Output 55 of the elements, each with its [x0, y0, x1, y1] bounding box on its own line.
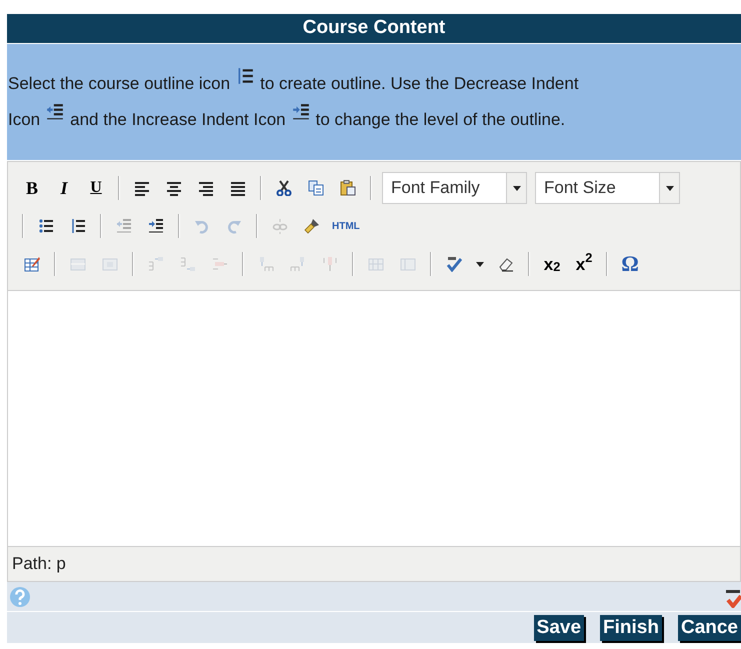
instruction-text: to change the level of the outline.	[316, 110, 566, 129]
action-button[interactable]: Finish	[600, 614, 662, 640]
font-select[interactable]: Font Family	[382, 172, 527, 204]
underline-button[interactable]: U	[84, 175, 108, 201]
numbered-list-icon	[70, 218, 86, 234]
spellcheck-icon	[446, 256, 462, 272]
table-row-icon	[70, 256, 86, 272]
bold-button[interactable]: B	[20, 175, 44, 201]
indent-icon	[292, 103, 310, 121]
broken-chain-icon	[272, 218, 288, 234]
merge-cells-icon	[400, 256, 416, 272]
outdent-icon	[46, 103, 64, 121]
caret-icon	[476, 262, 484, 266]
column-before-icon	[258, 256, 274, 272]
instruction-text: Icon	[8, 110, 40, 129]
clipboard-icon	[340, 180, 356, 196]
align-left-icon	[134, 180, 150, 196]
select-value: Font Family	[390, 177, 481, 200]
instruction-text: Select the course outline icon	[8, 74, 230, 93]
eraser-icon	[498, 256, 514, 272]
row-below-icon	[180, 256, 196, 272]
column-after-icon	[290, 256, 306, 272]
action-button[interactable]: Cance	[678, 614, 741, 640]
undo-icon	[194, 218, 210, 234]
dropdown-arrow-icon	[512, 186, 520, 190]
align-center-icon	[166, 180, 182, 196]
row-delete-icon	[212, 256, 228, 272]
justify-icon	[230, 180, 246, 196]
dropdown-arrow-icon	[666, 186, 674, 190]
indent-icon	[148, 218, 164, 234]
instruction-text: to create outline. Use the Decrease Indent	[260, 74, 579, 93]
path-label: Path: p	[12, 553, 66, 576]
special-character-button[interactable]: Ω	[618, 251, 642, 277]
outdent-icon	[116, 218, 132, 234]
table-cell-icon	[102, 256, 118, 272]
align-right-icon	[198, 180, 214, 196]
subscript-button[interactable]: x$_{2}$	[540, 251, 564, 277]
font-select[interactable]: Font Size	[535, 172, 680, 204]
header-title: Course Content	[302, 16, 446, 40]
scissors-icon	[276, 180, 292, 196]
select-value: Font Size	[543, 177, 617, 200]
italic-button[interactable]: I	[52, 175, 76, 201]
action-button[interactable]: Save	[534, 614, 584, 640]
numbered-list-icon	[236, 67, 254, 85]
column-delete-icon	[322, 256, 338, 272]
table-pencil-icon	[24, 256, 40, 272]
html-source-button[interactable]: HTML	[332, 214, 360, 238]
copy-icon	[308, 180, 324, 196]
split-cells-icon	[368, 256, 384, 272]
superscript-button[interactable]: x$^{2}$	[572, 251, 596, 277]
row-above-icon	[148, 256, 164, 272]
bullet-list-icon	[38, 218, 54, 234]
instruction-text: and the Increase Indent Icon	[70, 110, 286, 129]
redo-icon	[226, 218, 242, 234]
brush-icon	[304, 218, 320, 234]
